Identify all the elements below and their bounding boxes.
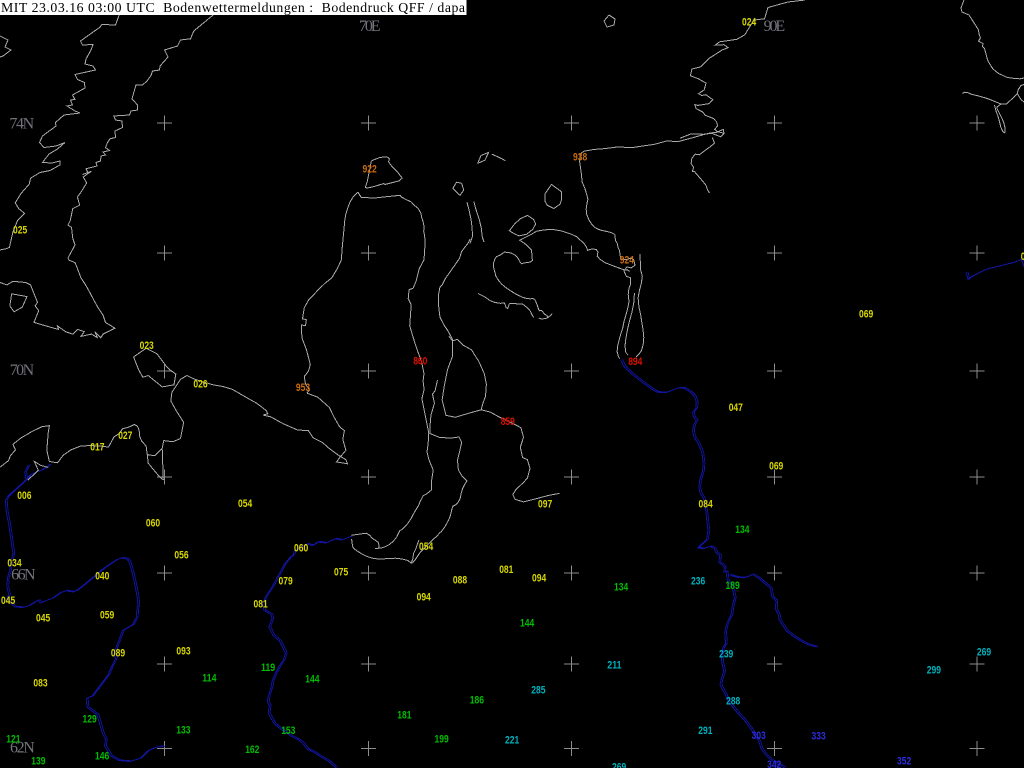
svg-text:199: 199 [435,734,449,746]
svg-text:953: 953 [296,382,310,394]
svg-text:239: 239 [719,648,733,660]
svg-text:860: 860 [413,356,427,368]
svg-text:060: 060 [294,543,308,555]
svg-text:045: 045 [36,613,50,625]
svg-text:859: 859 [501,416,515,428]
svg-text:303: 303 [752,730,766,742]
svg-text:059: 059 [100,610,114,622]
svg-text:70E: 70E [359,18,381,35]
svg-text:084: 084 [699,499,714,511]
svg-text:299: 299 [927,665,941,677]
svg-text:023: 023 [140,340,154,352]
svg-text:922: 922 [363,163,377,175]
svg-text:081: 081 [254,599,268,611]
svg-text:069: 069 [859,309,873,321]
svg-text:079: 079 [279,575,293,587]
svg-text:006: 006 [17,490,31,502]
svg-text:054: 054 [419,541,434,553]
svg-text:133: 133 [176,725,190,737]
svg-text:236: 236 [691,575,705,587]
svg-text:269: 269 [977,647,991,659]
svg-text:060: 060 [146,518,160,530]
svg-text:129: 129 [83,714,97,726]
svg-text:134: 134 [614,581,629,593]
svg-text:081: 081 [499,564,513,576]
svg-text:291: 291 [698,725,712,737]
svg-text:017: 017 [90,442,104,454]
svg-text:134: 134 [735,524,750,536]
svg-text:924: 924 [620,255,635,267]
svg-text:119: 119 [261,662,275,674]
svg-text:211: 211 [607,660,621,672]
svg-text:093: 093 [176,646,190,658]
svg-text:186: 186 [470,695,484,707]
svg-text:027: 027 [118,430,132,442]
svg-text:054: 054 [238,498,253,510]
svg-text:74N: 74N [9,116,34,133]
svg-text:139: 139 [31,756,45,768]
svg-text:153: 153 [281,725,295,737]
svg-text:040: 040 [95,571,109,583]
svg-text:894: 894 [628,356,643,368]
svg-text:162: 162 [245,744,259,756]
svg-text:089: 089 [111,647,125,659]
svg-text:70N: 70N [10,362,35,379]
svg-text:094: 094 [417,592,432,604]
svg-text:189: 189 [726,580,740,592]
svg-text:221: 221 [505,735,519,747]
svg-text:056: 056 [174,550,188,562]
svg-text:342: 342 [767,759,781,768]
svg-text:269: 269 [612,762,626,768]
svg-text:90E: 90E [764,18,786,35]
svg-text:075: 075 [334,567,348,579]
svg-text:144: 144 [520,618,535,630]
svg-text:025: 025 [13,225,27,237]
svg-text:114: 114 [202,673,217,685]
svg-text:352: 352 [897,756,911,768]
svg-text:069: 069 [769,461,783,473]
svg-text:094: 094 [532,572,547,584]
svg-text:146: 146 [95,751,109,763]
svg-text:MIT 23.03.16 03:00 UTC Bodenw: MIT 23.03.16 03:00 UTC Bodenwettermeldun… [1,0,465,15]
svg-text:121: 121 [6,734,20,746]
svg-text:938: 938 [573,152,587,164]
svg-text:088: 088 [453,575,467,587]
svg-text:181: 181 [397,710,411,722]
svg-text:097: 097 [538,499,552,511]
svg-text:026: 026 [193,379,207,391]
svg-text:047: 047 [729,402,743,414]
svg-text:333: 333 [812,731,826,743]
svg-text:034: 034 [7,558,22,570]
svg-text:024: 024 [742,17,757,29]
svg-text:285: 285 [531,685,545,697]
svg-text:045: 045 [1,595,15,607]
svg-text:083: 083 [33,678,47,690]
svg-text:144: 144 [305,673,320,685]
svg-text:288: 288 [726,696,740,708]
